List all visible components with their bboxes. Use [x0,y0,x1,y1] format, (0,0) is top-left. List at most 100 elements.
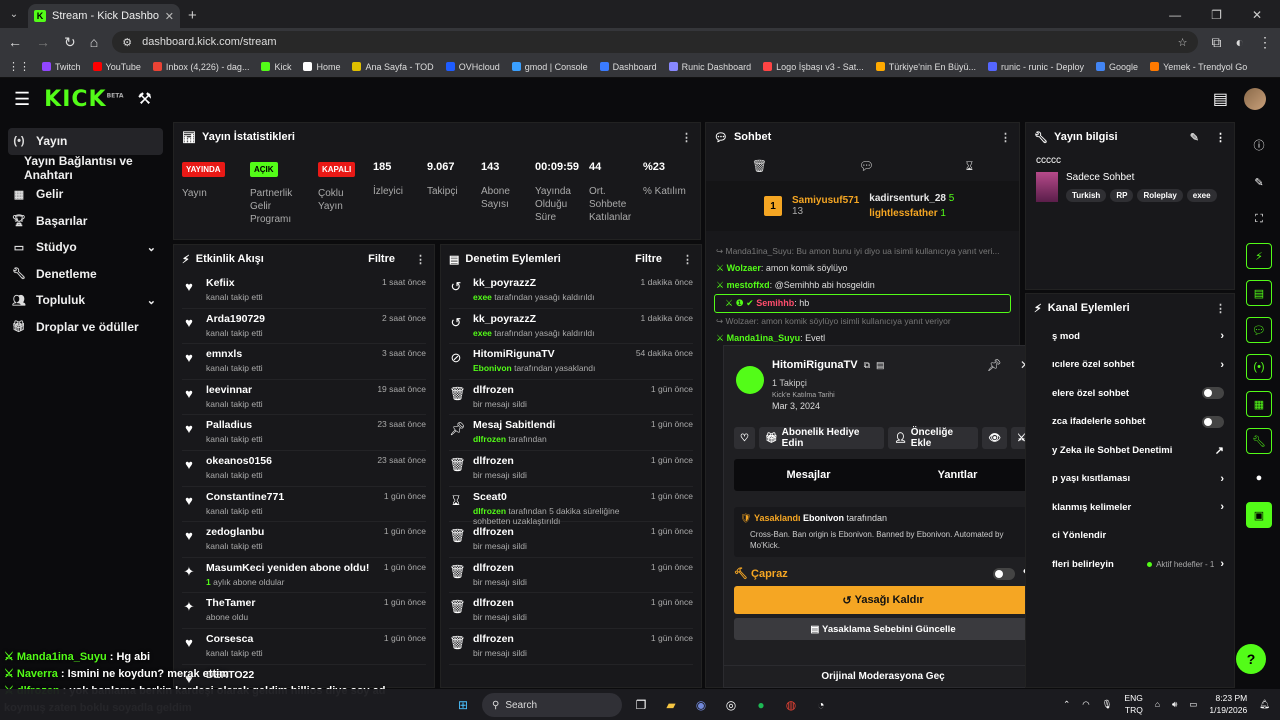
filter-button[interactable]: Filtre [635,253,662,265]
cross-ban-toggle[interactable] [992,567,1015,580]
top-gifter-name[interactable]: Samiyusuf571 [792,195,859,206]
follow-heart-button[interactable]: ♡ [734,427,755,449]
channel-action-item[interactable]: klanmış kelimeler › [1026,493,1234,522]
original-moderation-button[interactable]: Orijinal Moderasyona Geç [724,665,1042,687]
bookmark-item[interactable]: Runic Dashboard [668,62,751,72]
broadcast-icon[interactable]: (•) [1246,354,1272,380]
sidebar-item-stream[interactable]: (•) Yayın [8,128,163,155]
list-item[interactable]: 📌︎ Mesaj Sabitlendi dlfrozen tarafından 1 g… [449,415,693,451]
wifi-icon[interactable]: ◠ [1082,699,1089,710]
sidebar-item-drops[interactable]: 🎁︎ Droplar ve ödüller [0,314,168,341]
more-icon[interactable]: ⋮ [1000,131,1011,144]
search-box[interactable]: ⚲ Search [482,693,622,717]
channel-action-item[interactable]: ci Yönlendir [1026,522,1234,551]
info-icon[interactable]: ⓘ [1246,132,1272,158]
actor-name[interactable]: dlfrozen [473,506,506,516]
tag[interactable]: Roleplay [1137,189,1183,202]
trash-icon[interactable]: 🗑︎ [752,159,767,173]
category-name[interactable]: Sadece Sohbet [1066,172,1217,183]
list-item[interactable]: ♥ Constantine771 kanalı takip etti 1 gün ön… [182,487,426,523]
site-info-icon[interactable]: ⚙ [122,36,132,49]
channel-action-item[interactable]: ıcılere özel sohbet › [1026,351,1234,380]
creator-card-icon[interactable]: ▤ [1213,89,1228,109]
bookmark-item[interactable]: Logo İşbaşı v3 - Sat... [763,62,864,72]
minimize-icon[interactable]: — [1169,8,1181,22]
chat-username[interactable]: Semihhb [756,298,794,308]
close-tab-icon[interactable]: ✕ [165,10,174,23]
network-icon[interactable]: ⌂ [1155,699,1160,709]
screenshot-icon[interactable]: ⛶ [1246,206,1272,232]
list-item[interactable]: ♥ zedoglanbu kanalı takip etti 1 gün önce [182,522,426,558]
sidebar-item-achievements[interactable]: 🏆︎ Başarılar [0,208,168,235]
more-icon[interactable]: ⋮ [415,253,426,266]
chat-username[interactable]: mestoffxd [727,280,770,290]
chat-username[interactable]: Wolzaer [727,263,761,273]
list-item[interactable]: ↺ kk_poyrazzZ exee tarafından yasağı kaldı… [449,309,693,345]
chat-bubble-icon[interactable]: 💬︎ [859,159,874,173]
list-item[interactable]: 🗑︎ dlfrozen bir mesajı sildi 1 gün önce [449,522,693,558]
tab-replies[interactable]: Yanıtlar [883,459,1032,491]
channel-action-item[interactable]: p yaşı kısıtlaması › [1026,465,1234,494]
steam-icon[interactable]: ◎ [720,694,742,716]
bookmark-item[interactable]: Ana Sayfa - TOD [352,62,434,72]
chat-message[interactable]: ⚔ Wolzaer: amon komik söylüyo [706,260,1019,277]
document-icon[interactable]: ▤ [1246,280,1272,306]
bookmark-item[interactable]: Dashboard [599,62,657,72]
language-indicator[interactable]: ENG TRQ [1124,692,1142,716]
avatar[interactable] [1244,88,1266,110]
channel-action-item[interactable]: zca ifadelerle sohbet [1026,408,1234,437]
bookmark-item[interactable]: Twitch [42,62,81,72]
more-icon[interactable]: ⋮ [1215,302,1226,315]
channel-action-item[interactable]: fleri belirleyin Aktif hedefler - 1 › [1026,550,1234,579]
bookmark-item[interactable]: OVHcloud [445,62,500,72]
help-icon[interactable]: ? [1236,644,1266,674]
list-item[interactable]: ⊘ HitomiRigunaTV Ebonivon tarafından yasak… [449,344,693,380]
channel-action-item[interactable]: ş mod › [1026,322,1234,351]
mic-icon[interactable]: 🎙︎ [1102,699,1113,710]
spotify-icon[interactable]: ● [750,694,772,716]
profile-icon[interactable]: ◐ [1236,34,1244,50]
bookmark-item[interactable]: gmod | Console [511,62,588,72]
bookmark-item[interactable]: Kick [261,62,291,72]
browser-menu-icon[interactable]: ⋮ [1258,34,1272,51]
sidebar-item-stream-key[interactable]: Yayın Bağlantısı ve Anahtarı [0,154,168,182]
actor-name[interactable]: exee [473,292,492,302]
actor-name[interactable]: exee [473,328,492,338]
sidebar-item-moderation[interactable]: 🔧︎ Denetleme [0,261,168,288]
copy-icon[interactable]: ⧉ [864,360,870,371]
list-item[interactable]: 🗑︎ dlfrozen bir mesajı sildi 1 gün önce [449,558,693,594]
bookmark-item[interactable]: Türkiye'nin En Büyü... [875,62,976,72]
list-item[interactable]: ♥ okeanos0156 kanalı takip etti 23 saat önc… [182,451,426,487]
sidebar-item-income[interactable]: ▦ Gelir [0,181,168,208]
wrench-icon[interactable]: 🔧︎ [1246,428,1272,454]
notifications-icon[interactable]: 🔔︎ [1259,699,1270,710]
home-icon[interactable]: ⌂ [90,34,98,50]
tag[interactable]: Turkish [1066,189,1107,202]
channel-action-item[interactable]: elere özel sohbet [1026,379,1234,408]
list-item[interactable]: ♥ emnxls kanalı takip etti 3 saat önce [182,344,426,380]
actor-name[interactable]: Ebonivon [473,363,512,373]
chat-message[interactable]: ⚔ mestoffxd: @Semihhb abi hosgeldin [706,277,1019,294]
extensions-icon[interactable]: ⧉ [1212,34,1222,51]
list-item[interactable]: 🗑︎ dlfrozen bir mesajı sildi 1 gün önce [449,593,693,629]
browser-tab[interactable]: K Stream - Kick Dashboard ✕ [28,4,180,28]
files-icon[interactable]: ▰ [660,694,682,716]
forward-icon[interactable]: → [36,34,50,50]
list-item[interactable]: 🗑︎ dlfrozen bir mesajı sildi 1 gün önce [449,629,693,665]
setting-toggle[interactable] [1202,387,1224,400]
reload-icon[interactable]: ↻ [64,34,76,51]
update-ban-reason-button[interactable]: ▤ Yasaklama Sebebini Güncelle [734,618,1032,640]
tab-search-icon[interactable]: ⌄ [4,4,24,24]
chat-username[interactable]: Manda1ina_Suyu [727,333,801,343]
tools-icon[interactable]: ⚒ [138,89,152,109]
tab-messages[interactable]: Mesajlar [734,459,883,491]
list-item[interactable]: ♥ leevinnar kanalı takip etti 19 saat önce [182,380,426,416]
close-window-icon[interactable]: ✕ [1252,8,1262,22]
view-button[interactable]: 👁︎ [982,427,1008,449]
sidebar-item-studio[interactable]: ▭ Stüdyo ⌄ [0,234,168,261]
hourglass-icon[interactable]: ⌛︎ [966,159,974,174]
list-item[interactable]: ✦ MasumKeci yeniden abone oldu! 1 aylık ab… [182,558,426,594]
chevron-up-icon[interactable]: ⌃ [1063,699,1070,710]
chat-icon[interactable]: 💬︎ [1246,317,1272,343]
app-icon[interactable]: ◔ [810,694,832,716]
